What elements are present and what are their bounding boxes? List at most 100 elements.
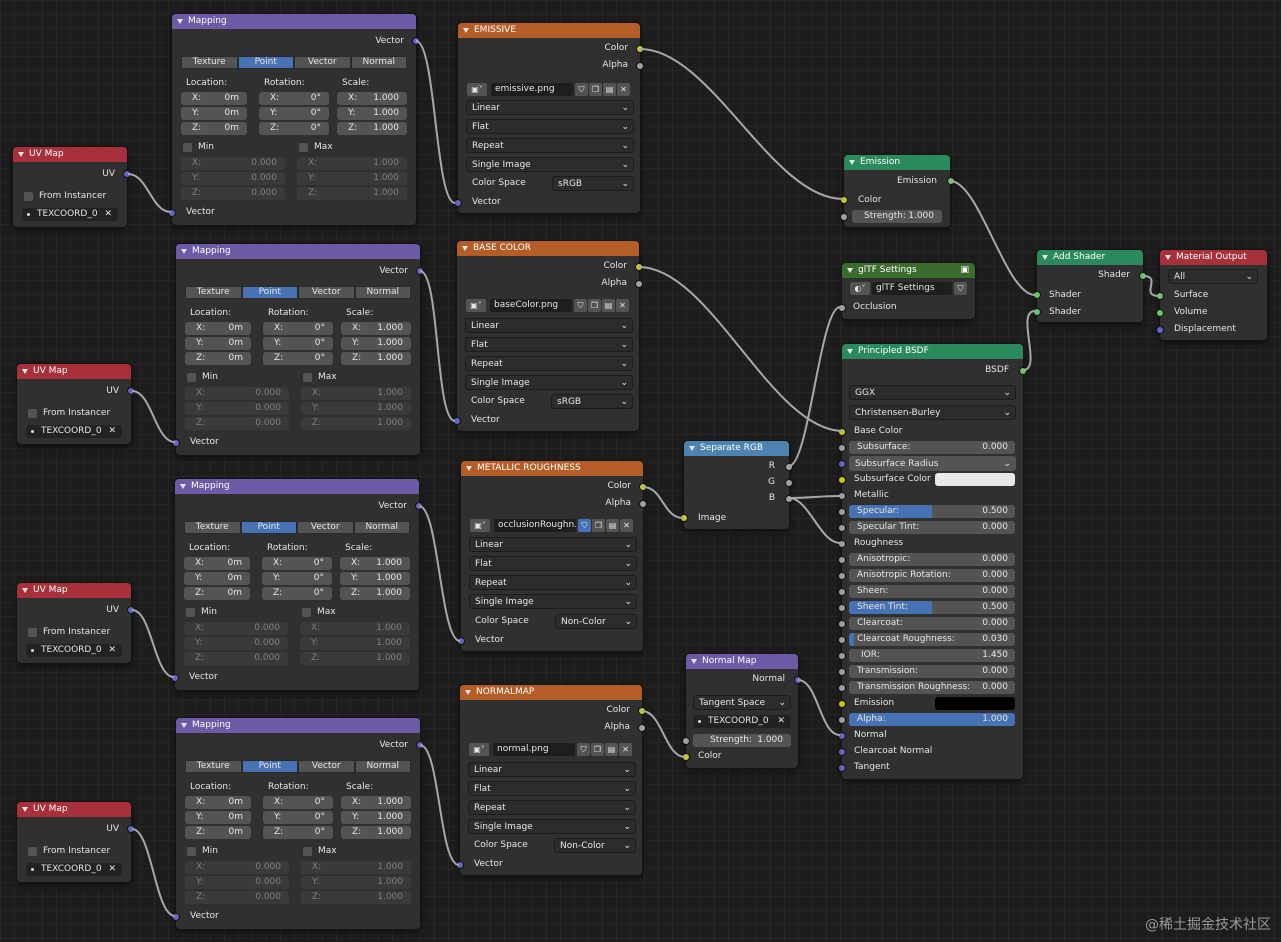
max-z-field[interactable]: Z: 1.000 xyxy=(301,417,411,430)
scale-x-field[interactable]: X: 1.000 xyxy=(337,92,407,105)
max-y-field[interactable]: Y: 1.000 xyxy=(300,637,410,650)
scale-x-field[interactable]: X: 1.000 xyxy=(341,322,411,335)
socket-transmission-in[interactable] xyxy=(839,669,845,675)
fake-user-icon[interactable]: ⛉ xyxy=(578,519,591,532)
max-z-field[interactable]: Z: 1.000 xyxy=(300,652,410,665)
image-browse-icon[interactable]: ▣˅ xyxy=(470,519,490,532)
open-image-icon[interactable]: ▤ xyxy=(605,743,618,756)
socket-vector-in[interactable] xyxy=(454,418,460,424)
max-checkbox[interactable] xyxy=(303,847,312,856)
extension-dropdown[interactable]: Repeat ⌄ xyxy=(465,356,633,371)
uv-attribute-field[interactable]: TEXCOORD_0 ✕ xyxy=(26,425,122,438)
scale-z-field[interactable]: Z: 1.000 xyxy=(341,352,411,365)
image-texture-node[interactable]: METALLIC ROUGHNESS Color Alpha ▣˅ occlus… xyxy=(458,461,646,651)
socket-clearcoat-in[interactable] xyxy=(839,621,845,627)
tab-normal[interactable]: Normal xyxy=(354,286,411,299)
socket-emission-in[interactable] xyxy=(839,701,845,707)
socket-image-in[interactable] xyxy=(681,515,687,521)
uv-map-node[interactable]: UV Map UV From Instancer TEXCOORD_0 ✕ xyxy=(13,147,130,227)
scale-z-field[interactable]: Z: 1.000 xyxy=(341,826,411,839)
mapping-header[interactable]: Mapping xyxy=(175,479,419,494)
socket-r-out[interactable] xyxy=(786,464,792,470)
emission-node[interactable]: Emission Emission Color Strength: 1.000 xyxy=(841,155,954,227)
socket-vector-out[interactable] xyxy=(417,742,423,748)
uv-map-node[interactable]: UV Map UV From Instancer TEXCOORD_0 ✕ xyxy=(17,802,134,882)
image-filename[interactable]: occlusionRoughn.. xyxy=(494,519,576,532)
color-space-dropdown[interactable]: sRGB ⌄ xyxy=(552,176,634,191)
socket-color-out[interactable] xyxy=(636,264,642,270)
rotation-z-field[interactable]: Z: 0° xyxy=(263,352,333,365)
socket-vector-out[interactable] xyxy=(413,38,419,44)
subsurface-color-swatch[interactable] xyxy=(935,473,1015,486)
socket-shader-in-2[interactable] xyxy=(1034,309,1040,315)
tab-normal[interactable]: Normal xyxy=(354,760,411,773)
socket-uv-out[interactable] xyxy=(124,171,130,177)
socket-strength-in[interactable] xyxy=(683,738,689,744)
open-image-icon[interactable]: ▤ xyxy=(606,519,619,532)
normal-map-node[interactable]: Normal Map Normal Tangent Space ⌄ TEXCOOR… xyxy=(683,654,801,768)
from-instancer-checkbox[interactable] xyxy=(28,847,37,856)
socket-specular-tint-in[interactable] xyxy=(839,525,845,531)
image-texture-header[interactable]: EMISSIVE xyxy=(458,23,640,38)
uv-map-node[interactable]: UV Map UV From Instancer TEXCOORD_0 ✕ xyxy=(17,364,134,444)
socket-uv-out[interactable] xyxy=(128,388,134,394)
separate-rgb-node[interactable]: Separate RGB R G B Image xyxy=(681,441,792,529)
separate-rgb-header[interactable]: Separate RGB xyxy=(684,441,789,456)
socket-tangent-in[interactable] xyxy=(839,765,845,771)
tab-vector[interactable]: Vector xyxy=(298,760,355,773)
socket-alpha-in[interactable] xyxy=(839,717,845,723)
tab-vector[interactable]: Vector xyxy=(297,521,354,534)
mapping-header[interactable]: Mapping xyxy=(176,718,420,733)
interpolation-dropdown[interactable]: Linear ⌄ xyxy=(469,537,637,552)
max-y-field[interactable]: Y: 1.000 xyxy=(297,172,407,185)
image-texture-node[interactable]: NORMALMAP Color Alpha ▣˅ normal.png ⛉ ❐ … xyxy=(457,685,645,875)
location-y-field[interactable]: Y: 0m xyxy=(181,107,247,120)
unlink-icon[interactable]: ✕ xyxy=(616,299,629,312)
socket-sheen-in[interactable] xyxy=(839,589,845,595)
duplicate-icon[interactable]: ❐ xyxy=(588,299,601,312)
duplicate-icon[interactable]: ❐ xyxy=(589,83,602,96)
image-texture-node[interactable]: EMISSIVE Color Alpha ▣˅ emissive.png ⛉ ❐… xyxy=(455,23,643,213)
socket-normal-out[interactable] xyxy=(795,677,801,683)
location-y-field[interactable]: Y: 0m xyxy=(185,811,251,824)
socket-vector-out[interactable] xyxy=(416,503,422,509)
max-y-field[interactable]: Y: 1.000 xyxy=(301,402,411,415)
socket-surface-in[interactable] xyxy=(1157,293,1163,299)
socket-occlusion-in[interactable] xyxy=(839,305,845,311)
socket-roughness-in[interactable] xyxy=(839,541,845,547)
image-filename[interactable]: normal.png xyxy=(493,743,575,756)
socket-vector-in[interactable] xyxy=(455,200,461,206)
subsurface-slider[interactable]: Subsurface: 0.000 xyxy=(849,441,1015,454)
scale-y-field[interactable]: Y: 1.000 xyxy=(341,337,411,350)
mapping-node[interactable]: Mapping Vector Texture Point Vector Norm… xyxy=(172,479,422,690)
socket-bsdf-out[interactable] xyxy=(1020,368,1026,374)
uv-map-node[interactable]: UV Map UV From Instancer TEXCOORD_0 ✕ xyxy=(17,583,134,663)
min-x-field[interactable]: X: 0.000 xyxy=(185,861,289,874)
clearcoat-roughness-slider[interactable]: Clearcoat Roughness: 0.030 xyxy=(849,633,1015,646)
location-x-field[interactable]: X: 0m xyxy=(181,92,247,105)
location-x-field[interactable]: X: 0m xyxy=(185,796,251,809)
emission-color-swatch[interactable] xyxy=(935,697,1015,710)
socket-strength-in[interactable] xyxy=(841,214,847,220)
group-name-field[interactable]: glTF Settings xyxy=(872,282,952,295)
socket-anisotropic-in[interactable] xyxy=(839,557,845,563)
rotation-y-field[interactable]: Y: 0° xyxy=(263,337,333,350)
min-z-field[interactable]: Z: 0.000 xyxy=(181,187,285,200)
tab-point[interactable]: Point xyxy=(240,521,297,534)
interpolation-dropdown[interactable]: Linear ⌄ xyxy=(468,762,636,777)
max-z-field[interactable]: Z: 1.000 xyxy=(297,187,407,200)
render-target-dropdown[interactable]: All ⌄ xyxy=(1168,269,1258,284)
tab-point[interactable]: Point xyxy=(237,56,294,69)
socket-transmission-roughness-in[interactable] xyxy=(839,685,845,691)
max-x-field[interactable]: X: 1.000 xyxy=(300,622,410,635)
anisotropic-slider[interactable]: Anisotropic: 0.000 xyxy=(849,553,1015,566)
socket-g-out[interactable] xyxy=(786,480,792,486)
tab-normal[interactable]: Normal xyxy=(353,521,410,534)
source-dropdown[interactable]: Single Image ⌄ xyxy=(465,375,633,390)
from-instancer-checkbox[interactable] xyxy=(28,409,37,418)
socket-shader-in-1[interactable] xyxy=(1034,292,1040,298)
tab-vector[interactable]: Vector xyxy=(294,56,351,69)
socket-color-out[interactable] xyxy=(640,484,646,490)
material-output-node[interactable]: Material Output All ⌄ Surface Volume Disp… xyxy=(1157,250,1267,340)
projection-dropdown[interactable]: Flat ⌄ xyxy=(465,337,633,352)
